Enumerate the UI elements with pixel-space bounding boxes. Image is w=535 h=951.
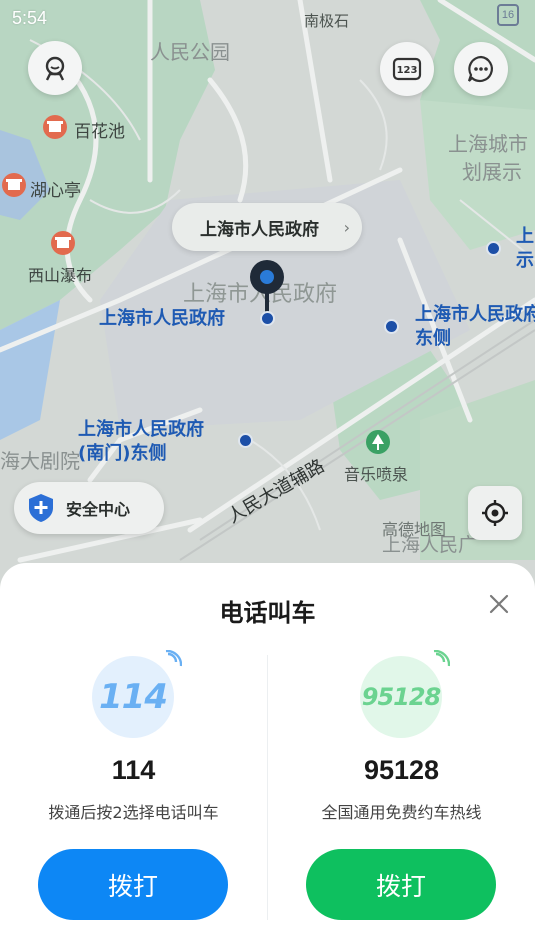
map-label-poi-south-2[interactable]: (南门)东侧 — [78, 443, 166, 465]
logo-114: 114 — [92, 650, 182, 738]
chevron-right-icon: › — [343, 217, 350, 237]
messages-button[interactable] — [454, 42, 508, 96]
dial-114-button[interactable]: 拨打 — [38, 849, 228, 920]
temple-icon-3 — [51, 231, 75, 255]
map-watermark: 高德地图 — [382, 520, 447, 539]
map-label-nanjishi: 南极石 — [304, 12, 350, 30]
phone-call-sheet: 电话叫车 114 114 拨通后按2选择电话叫车 拨打 95128 95128 … — [0, 563, 535, 951]
map-label-poi-east-2[interactable]: 东侧 — [415, 328, 451, 350]
location-callout[interactable]: 上海市人民政府 › — [172, 203, 362, 251]
logo-95128: 95128 — [360, 650, 450, 738]
keypad-123-icon: 123 — [392, 57, 422, 81]
location-pin-icon[interactable] — [250, 260, 284, 294]
logo-114-text: 114 — [99, 677, 168, 717]
dial-95128-button[interactable]: 拨打 — [306, 849, 496, 920]
option-114: 114 114 拨通后按2选择电话叫车 拨打 — [0, 563, 267, 951]
hotline-description: 拨通后按2选择电话叫车 — [48, 803, 219, 822]
svg-text:123: 123 — [397, 65, 418, 76]
poi-dot-south[interactable] — [238, 433, 253, 448]
map-label-urban-exhibit-1: 上海城市 — [448, 132, 528, 156]
signal-waves-icon — [165, 650, 182, 667]
locate-me-button[interactable] — [468, 486, 522, 540]
callout-title: 上海市人民政府 — [200, 219, 319, 240]
map-label-poi-east-1[interactable]: 上海市人民政府 — [415, 304, 535, 326]
poi-dot-east[interactable] — [384, 319, 399, 334]
taxi-number-button[interactable]: 123 — [380, 42, 434, 96]
chat-bubble-icon — [467, 55, 493, 83]
shield-plus-icon — [29, 494, 53, 522]
map-label-urban-exhibit-2: 划展示 — [462, 160, 522, 184]
map-label-xishan-pubu: 西山瀑布 — [28, 266, 93, 285]
map-label-poi-south-1[interactable]: 上海市人民政府 — [78, 419, 204, 441]
temple-icon-2 — [2, 173, 26, 197]
status-badge: 16 — [497, 4, 519, 26]
avatar-icon — [45, 56, 65, 81]
map-label-renmin-park: 人民公园 — [150, 40, 230, 64]
poi-dot-shi[interactable] — [486, 241, 501, 256]
map-label-baihuachi: 百花池 — [74, 122, 125, 142]
hotline-number: 114 — [111, 755, 156, 785]
map-view[interactable]: 5:54 16 南极石 人民公园 百花池 湖心亭 西山瀑布 上海城市 划展示 上… — [0, 0, 535, 600]
hotline-description: 全国通用免费约车热线 — [321, 803, 482, 822]
poi-dot-main[interactable] — [260, 311, 275, 326]
safety-center-label: 安全中心 — [66, 500, 131, 519]
map-label-poi-main[interactable]: 上海市人民政府 — [99, 308, 225, 330]
park-tree-icon — [366, 430, 390, 454]
crosshair-icon — [482, 500, 508, 526]
map-label-huxinting: 湖心亭 — [30, 181, 81, 201]
map-label-shi-1: 上 — [516, 226, 534, 247]
signal-waves-icon — [433, 650, 450, 667]
map-label-grand-theatre: 海大剧院 — [0, 449, 80, 473]
logo-95128-text: 95128 — [361, 683, 441, 711]
profile-button[interactable] — [28, 41, 82, 95]
map-label-shi-2: 示 — [516, 250, 534, 271]
map-label-fountain: 音乐喷泉 — [344, 465, 409, 484]
status-time: 5:54 — [12, 8, 48, 28]
temple-icon — [43, 115, 67, 139]
option-95128: 95128 95128 全国通用免费约车热线 拨打 — [268, 563, 535, 951]
safety-center-button[interactable]: 安全中心 — [14, 482, 164, 534]
hotline-number: 95128 — [363, 755, 440, 785]
